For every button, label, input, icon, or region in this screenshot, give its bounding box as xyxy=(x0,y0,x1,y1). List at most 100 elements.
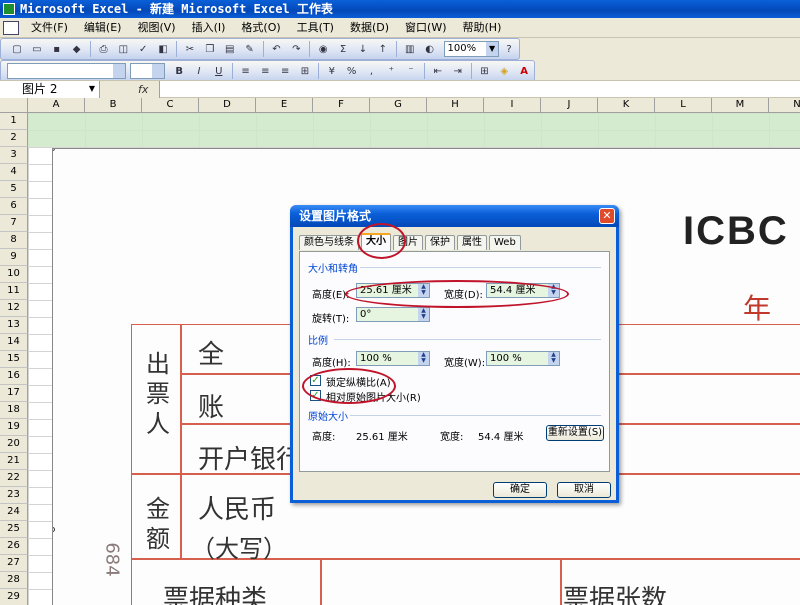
sort-ascending-icon[interactable]: ↓ xyxy=(355,41,371,57)
align-left-icon[interactable]: ≡ xyxy=(238,63,254,79)
percent-icon[interactable]: % xyxy=(344,63,360,79)
rotation-input[interactable]: 0° ▲ ▼ xyxy=(356,307,430,322)
tab-properties[interactable]: 属性 xyxy=(457,235,487,250)
row-header[interactable]: 11 xyxy=(0,283,28,300)
row-header[interactable]: 5 xyxy=(0,181,28,198)
chart-wizard-icon[interactable]: ▥ xyxy=(402,41,418,57)
chevron-down-icon[interactable]: ▼ xyxy=(486,42,499,56)
row-header[interactable]: 21 xyxy=(0,453,28,470)
menu-help[interactable]: 帮助(H) xyxy=(455,19,510,37)
row-header[interactable]: 26 xyxy=(0,538,28,555)
height-input[interactable]: 25.61 厘米 ▲ ▼ xyxy=(356,283,430,298)
column-header[interactable]: E xyxy=(256,98,313,113)
column-header[interactable]: K xyxy=(598,98,655,113)
row-header[interactable]: 9 xyxy=(0,249,28,266)
column-header[interactable]: J xyxy=(541,98,598,113)
chevron-down-icon[interactable] xyxy=(112,64,125,78)
fill-color-icon[interactable]: ◈ xyxy=(496,63,512,79)
tab-size[interactable]: 大小 xyxy=(361,233,391,251)
column-header[interactable]: N xyxy=(769,98,800,113)
row-header[interactable]: 8 xyxy=(0,232,28,249)
decrease-indent-icon[interactable]: ⇤ xyxy=(430,63,446,79)
print-icon[interactable]: ⎙ xyxy=(96,41,112,57)
increase-indent-icon[interactable]: ⇥ xyxy=(450,63,466,79)
align-right-icon[interactable]: ≡ xyxy=(277,63,293,79)
help-icon[interactable]: ? xyxy=(501,41,517,57)
column-header[interactable]: B xyxy=(85,98,142,113)
relative-original-checkbox[interactable]: ✓ xyxy=(310,390,321,401)
row-header[interactable]: 22 xyxy=(0,470,28,487)
row-header[interactable]: 7 xyxy=(0,215,28,232)
font-name-select[interactable] xyxy=(7,63,126,79)
redo-icon[interactable]: ↷ xyxy=(288,41,304,57)
chevron-down-icon[interactable] xyxy=(152,64,165,78)
row-header[interactable]: 20 xyxy=(0,436,28,453)
column-header[interactable]: I xyxy=(484,98,541,113)
menu-data[interactable]: 数据(D) xyxy=(342,19,397,37)
print-preview-icon[interactable]: ◫ xyxy=(115,41,131,57)
hyperlink-icon[interactable]: ◉ xyxy=(315,41,331,57)
name-box[interactable]: 图片 2 ▼ xyxy=(0,81,100,98)
row-header[interactable]: 18 xyxy=(0,402,28,419)
currency-icon[interactable]: ¥ xyxy=(324,63,340,79)
row-header[interactable]: 19 xyxy=(0,419,28,436)
menu-file[interactable]: 文件(F) xyxy=(23,19,76,37)
resize-handle[interactable] xyxy=(53,527,55,532)
row-header[interactable]: 15 xyxy=(0,351,28,368)
save-icon[interactable]: ▪ xyxy=(49,41,65,57)
row-header[interactable]: 28 xyxy=(0,572,28,589)
menu-insert[interactable]: 插入(I) xyxy=(184,19,234,37)
chevron-down-icon[interactable]: ▼ xyxy=(89,81,95,97)
row-header[interactable]: 4 xyxy=(0,164,28,181)
tab-picture[interactable]: 图片 xyxy=(393,235,423,250)
bold-icon[interactable]: B xyxy=(171,63,187,79)
paste-icon[interactable]: ▤ xyxy=(222,41,238,57)
lock-aspect-checkbox[interactable]: ✓ xyxy=(310,375,321,386)
menu-tools[interactable]: 工具(T) xyxy=(289,19,342,37)
cancel-button[interactable]: 取消 xyxy=(557,482,611,498)
cut-icon[interactable]: ✂ xyxy=(182,41,198,57)
tab-web[interactable]: Web xyxy=(489,235,521,250)
tab-protection[interactable]: 保护 xyxy=(425,235,455,250)
research-icon[interactable]: ◧ xyxy=(155,41,171,57)
spin-arrows-icon[interactable]: ▲ ▼ xyxy=(418,352,429,365)
column-header[interactable]: L xyxy=(655,98,712,113)
scale-height-input[interactable]: 100 % ▲ ▼ xyxy=(356,351,430,366)
column-header[interactable]: G xyxy=(370,98,427,113)
sort-descending-icon[interactable]: ↑ xyxy=(375,41,391,57)
row-header[interactable]: 25 xyxy=(0,521,28,538)
row-header[interactable]: 14 xyxy=(0,334,28,351)
row-header[interactable]: 29 xyxy=(0,589,28,605)
underline-icon[interactable]: U xyxy=(211,63,227,79)
tab-colors-lines[interactable]: 颜色与线条 xyxy=(299,235,359,250)
font-size-select[interactable] xyxy=(129,63,166,79)
row-header[interactable]: 27 xyxy=(0,555,28,572)
scale-width-input[interactable]: 100 % ▲ ▼ xyxy=(486,351,560,366)
autosum-icon[interactable]: Σ xyxy=(335,41,351,57)
open-icon[interactable]: ▭ xyxy=(29,41,45,57)
row-header[interactable]: 2 xyxy=(0,130,28,147)
font-color-icon[interactable]: A xyxy=(516,63,532,79)
decrease-decimal-icon[interactable]: ⁻ xyxy=(403,63,419,79)
document-icon[interactable] xyxy=(3,20,19,35)
spin-arrows-icon[interactable]: ▲ ▼ xyxy=(418,308,429,321)
row-header[interactable]: 17 xyxy=(0,385,28,402)
merge-center-icon[interactable]: ⊞ xyxy=(297,63,313,79)
new-icon[interactable]: ▢ xyxy=(9,41,25,57)
ok-button[interactable]: 确定 xyxy=(493,482,547,498)
menu-edit[interactable]: 编辑(E) xyxy=(76,19,130,37)
row-header[interactable]: 6 xyxy=(0,198,28,215)
row-header[interactable]: 3 xyxy=(0,147,28,164)
menu-view[interactable]: 视图(V) xyxy=(129,19,183,37)
menu-window[interactable]: 窗口(W) xyxy=(397,19,454,37)
select-all-corner[interactable] xyxy=(0,98,28,113)
insert-function-icon[interactable]: fx xyxy=(138,81,148,98)
increase-decimal-icon[interactable]: ⁺ xyxy=(383,63,399,79)
spin-arrows-icon[interactable]: ▲ ▼ xyxy=(548,352,559,365)
spelling-icon[interactable]: ✓ xyxy=(135,41,151,57)
column-header[interactable]: M xyxy=(712,98,769,113)
close-icon[interactable]: ✕ xyxy=(599,208,615,224)
row-header[interactable]: 12 xyxy=(0,300,28,317)
row-header[interactable]: 1 xyxy=(0,113,28,130)
undo-icon[interactable]: ↶ xyxy=(269,41,285,57)
